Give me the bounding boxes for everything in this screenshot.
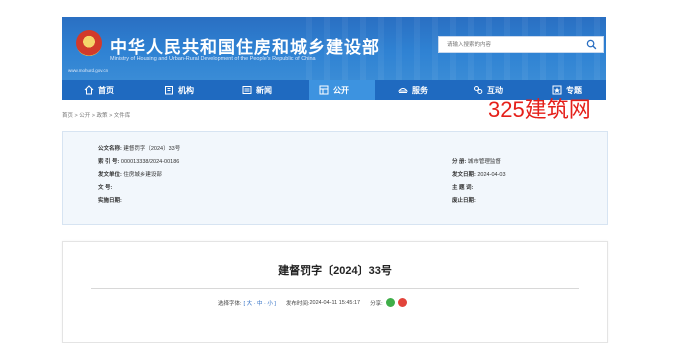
public-icon xyxy=(319,85,329,95)
search-box xyxy=(438,36,604,53)
info-issue-date: 发文日期: 2024-04-03 xyxy=(452,172,506,178)
weibo-share-icon[interactable] xyxy=(397,298,407,307)
info-expiry-date: 废止日期: xyxy=(452,198,476,204)
service-icon xyxy=(398,88,408,93)
site-subtitle: Ministry of Housing and Urban-Rural Deve… xyxy=(110,56,316,62)
nav-item-news[interactable]: 新闻 xyxy=(242,80,272,100)
font-size-selector[interactable]: [ 大 · 中 · 小 ] xyxy=(244,299,276,307)
site-header: 中华人民共和国住房和城乡建设部 Ministry of Housing and … xyxy=(62,17,606,80)
home-icon xyxy=(84,85,94,95)
nav-item-organization[interactable]: 机构 xyxy=(164,80,194,100)
nav-item-service[interactable]: 服务 xyxy=(398,80,428,100)
nav-item-label: 机构 xyxy=(178,85,194,95)
info-index-number: 索 引 号: 000013338/2024-00186 xyxy=(98,159,180,165)
site-title[interactable]: 中华人民共和国住房和城乡建设部 xyxy=(110,33,380,58)
publish-time: 2024-04-11 15:45:17 xyxy=(309,299,361,306)
share-label: 分享: xyxy=(370,300,383,307)
watermark-text: 325建筑网 xyxy=(488,97,591,122)
info-doc-number: 文 号: xyxy=(98,185,113,191)
info-issuer: 发文单位: 住房城乡建设部 xyxy=(98,172,162,178)
info-doc-name: 公文名称: 建督罚字〔2024〕33号 xyxy=(98,146,181,152)
nav-item-label: 服务 xyxy=(412,85,428,95)
publish-time-label: 发布时间: xyxy=(285,300,310,307)
nav-item-home[interactable]: 首页 xyxy=(84,80,114,100)
building-icon xyxy=(165,86,173,95)
search-icon[interactable] xyxy=(586,39,597,50)
search-input[interactable] xyxy=(447,37,579,52)
font-size-label: 选择字体: xyxy=(218,300,242,307)
info-category: 分 册: 城市管理监督 xyxy=(452,159,501,165)
national-emblem-icon[interactable] xyxy=(76,30,102,56)
interaction-icon xyxy=(474,86,483,94)
document-info-panel: 公文名称: 建督罚字〔2024〕33号 索 引 号: 000013338/202… xyxy=(62,131,608,225)
nav-item-public[interactable]: 公开 xyxy=(309,80,375,100)
wechat-share-icon[interactable] xyxy=(385,298,395,307)
site-url: www.mohurd.gov.cn xyxy=(68,68,109,73)
nav-item-label: 公开 xyxy=(333,85,349,95)
document-title: 建督罚字〔2024〕33号 xyxy=(278,265,392,277)
breadcrumb[interactable]: 首页 > 公开 > 政策 > 文件库 xyxy=(62,111,130,119)
news-icon xyxy=(242,86,252,94)
nav-item-label: 新闻 xyxy=(256,85,272,95)
title-divider xyxy=(91,288,579,289)
document-meta: 选择字体: [ 大 · 中 · 小 ] 发布时间: 2024-04-11 15:… xyxy=(218,298,407,307)
info-topic-words: 主 题 词: xyxy=(452,185,474,191)
info-effective-date: 实施日期: xyxy=(98,198,122,204)
nav-item-label: 首页 xyxy=(98,85,114,95)
